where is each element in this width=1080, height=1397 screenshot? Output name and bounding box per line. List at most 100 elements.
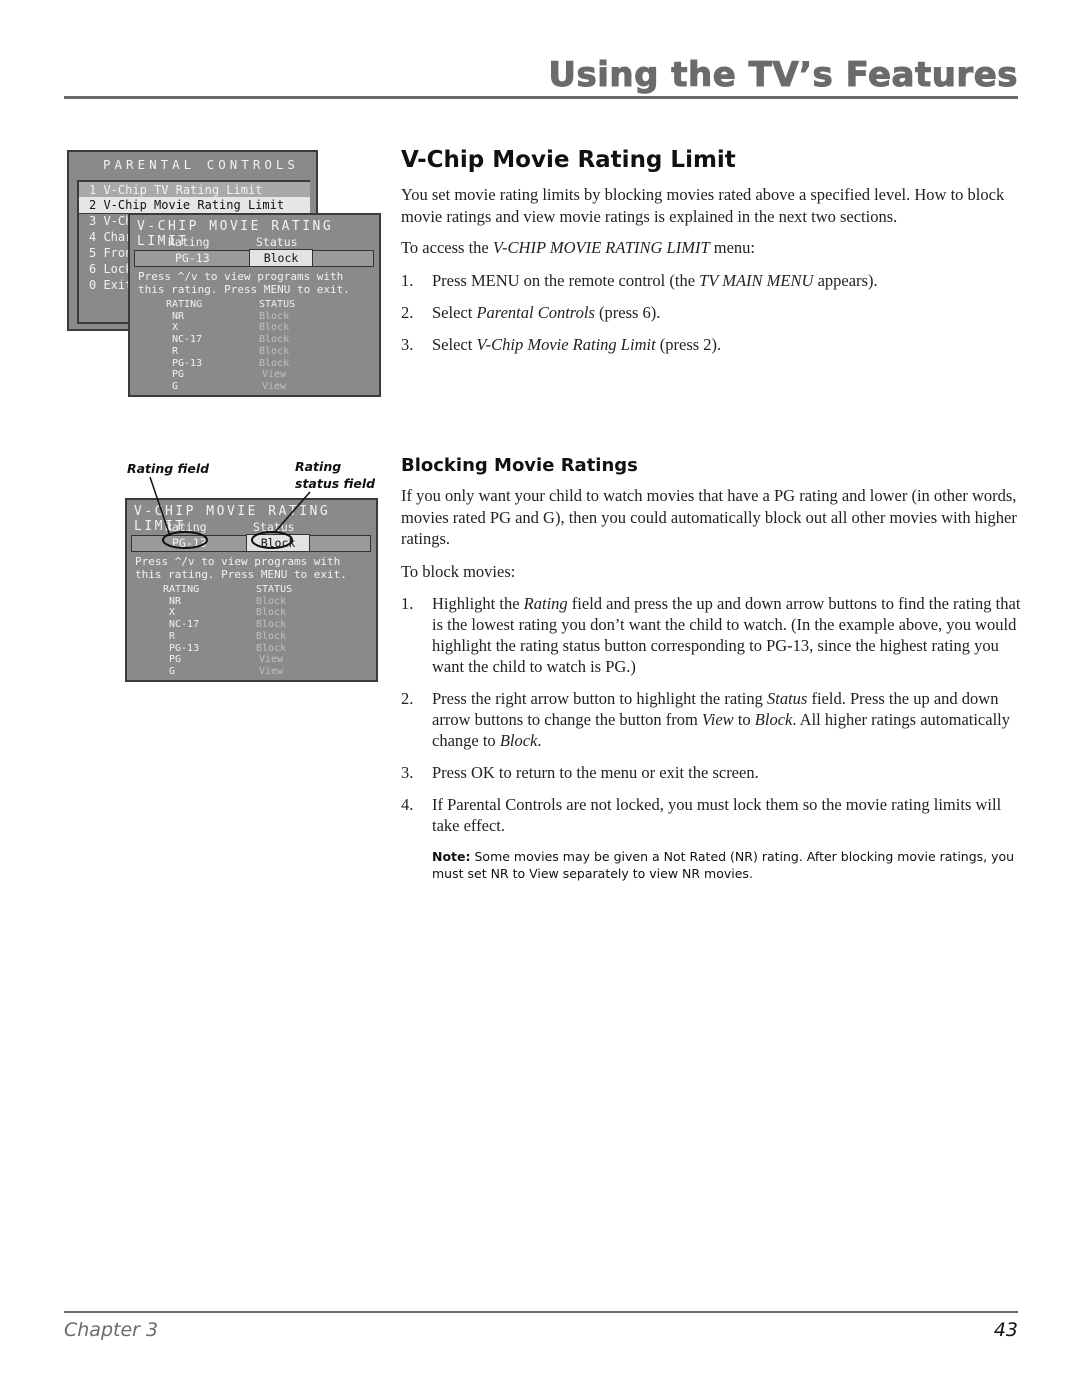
row-status: Block: [256, 630, 287, 642]
step-text: Press the right arrow button to highligh…: [432, 689, 767, 708]
step-emphasis: TV MAIN MENU: [699, 270, 814, 290]
table-header-status: STATUS: [256, 584, 293, 595]
row-rating: R: [169, 630, 176, 642]
row-rating: R: [172, 345, 179, 357]
row-status: Block: [256, 642, 287, 654]
step-text: to: [733, 710, 755, 729]
menu-item-vchip-tv[interactable]: 1 V-Chip TV Rating Limit: [79, 180, 310, 197]
menu-item-3[interactable]: 3 V-Ch: [89, 214, 132, 228]
step-emphasis: Block: [499, 731, 538, 750]
menu-item-6[interactable]: 6 Lock: [89, 262, 132, 276]
row-rating: NC-17: [169, 619, 200, 631]
page-title: Using the TV’s Features: [548, 55, 1018, 96]
rating-field[interactable]: PG-13: [175, 251, 210, 266]
step-emphasis: Status: [767, 689, 808, 708]
blocking-step: 1. Highlight the Rating field and press t…: [401, 593, 1021, 677]
table-row: NC-17 Block: [166, 334, 295, 346]
blocking-step: 3. Press OK to return to the menu or exit…: [401, 762, 1021, 783]
blocking-step: 2. Press the right arrow button to highli…: [401, 688, 1021, 751]
rating-header: Rating: [168, 235, 210, 249]
section2-body: If you only want your child to watch mov…: [401, 485, 1021, 882]
step-number: 4.: [401, 795, 414, 814]
row-status: Block: [256, 607, 287, 619]
row-rating: PG-13: [169, 642, 200, 654]
note: Note: Some movies may be given a Not Rat…: [401, 848, 1021, 882]
row-status: Block: [259, 334, 290, 346]
row-status: View: [259, 665, 284, 677]
section1-intro: You set movie rating limits by blocking …: [401, 185, 1005, 226]
table-row: NR Block: [166, 311, 295, 323]
table-row: NR Block: [163, 596, 292, 608]
table-header-rating: RATING: [166, 299, 203, 310]
menu-item-4[interactable]: 4 Char: [89, 230, 132, 244]
rating-header: Rating: [165, 520, 207, 534]
step-emphasis: Block: [754, 710, 793, 729]
table-row: R Block: [163, 631, 292, 643]
table-row: G View: [163, 666, 292, 678]
step-text: If Parental Controls are not locked, you…: [432, 795, 1002, 835]
table-row: PG View: [163, 654, 292, 666]
access-text: To access the: [401, 238, 493, 257]
note-label: Note:: [432, 849, 471, 864]
table-row: PG-13 Block: [166, 358, 295, 370]
step-text: Select: [432, 302, 477, 322]
status-header: Status: [256, 235, 298, 249]
step-text: .: [537, 731, 542, 750]
instruction-line-2: this rating. Press MENU to exit.: [138, 283, 350, 296]
step-number: 2.: [401, 689, 414, 708]
rating-field[interactable]: PG-13: [172, 536, 207, 551]
step-number: 1.: [401, 594, 414, 613]
blocking-step: 4. If Parental Controls are not locked, y…: [401, 794, 1021, 836]
step-emphasis: Parental Controls: [476, 302, 595, 322]
row-rating: PG-13: [172, 357, 203, 369]
status-header: Status: [253, 520, 295, 534]
row-rating: X: [172, 322, 179, 334]
step-text: (press 6).: [594, 302, 661, 322]
instruction-line-1: Press ^/v to view programs with: [138, 270, 344, 283]
chapter-label: Chapter 3: [64, 1319, 159, 1341]
section2-lead: To block movies:: [401, 561, 516, 581]
step-emphasis: V-Chip Movie Rating Limit: [476, 334, 656, 354]
rating-table: RATING STATUS NR Block X Block NC-17 Block R…: [166, 299, 295, 393]
step-number: 3.: [401, 334, 414, 354]
table-row: R Block: [166, 346, 295, 358]
section1-access: To access the V-CHIP MOVIE RATING LIMIT …: [401, 237, 1021, 259]
row-status: View: [262, 380, 287, 392]
step-emphasis: View: [701, 710, 734, 729]
status-button[interactable]: Block: [246, 534, 310, 552]
row-rating: NC-17: [172, 334, 203, 346]
row-rating: NR: [169, 595, 182, 607]
status-button[interactable]: Block: [249, 249, 313, 267]
access-step: 1. Press MENU on the remote control (the …: [401, 270, 1021, 291]
rating-bar: PG-13 Block: [131, 534, 371, 552]
access-step: 2. Select Parental Controls (press 6).: [401, 302, 1021, 323]
step-text: (press 2).: [655, 334, 722, 354]
vchip-movie-menu: V-CHIP MOVIE RATING LIMIT Rating Status …: [128, 213, 381, 397]
table-header-status: STATUS: [259, 299, 296, 310]
row-status: View: [262, 369, 287, 381]
step-text: Press OK to return to the menu or exit t…: [432, 763, 759, 782]
menu-item-vchip-movie[interactable]: 2 V-Chip Movie Rating Limit: [79, 197, 310, 214]
step-text: Press MENU on the remote control (the: [432, 270, 700, 290]
row-rating: PG: [172, 369, 185, 381]
instruction-line-1: Press ^/v to view programs with: [135, 555, 341, 568]
section2-intro: If you only want your child to watch mov…: [401, 486, 1017, 548]
access-step: 3. Select V-Chip Movie Rating Limit (pres…: [401, 334, 1021, 355]
section-heading-vchip-limit: V-Chip Movie Rating Limit: [401, 147, 736, 173]
row-rating: NR: [172, 310, 185, 322]
callout-rating-status-2: status field: [295, 476, 376, 491]
section1-body: You set movie rating limits by blocking …: [401, 184, 1021, 355]
row-rating: X: [169, 607, 176, 619]
row-status: View: [259, 654, 284, 666]
table-row: PG View: [166, 369, 295, 381]
row-status: Block: [259, 345, 290, 357]
row-rating: PG: [169, 654, 182, 666]
menu-item-exit[interactable]: 0 Exit: [89, 278, 132, 292]
row-status: Block: [256, 595, 287, 607]
rating-bar: PG-13 Block: [134, 249, 374, 267]
step-number: 1.: [401, 270, 414, 290]
row-rating: G: [172, 380, 179, 392]
rating-table: RATING STATUS NR Block X Block NC-17 Block R…: [163, 584, 292, 678]
menu-item-5[interactable]: 5 Fron: [89, 246, 132, 260]
step-number: 3.: [401, 763, 414, 782]
